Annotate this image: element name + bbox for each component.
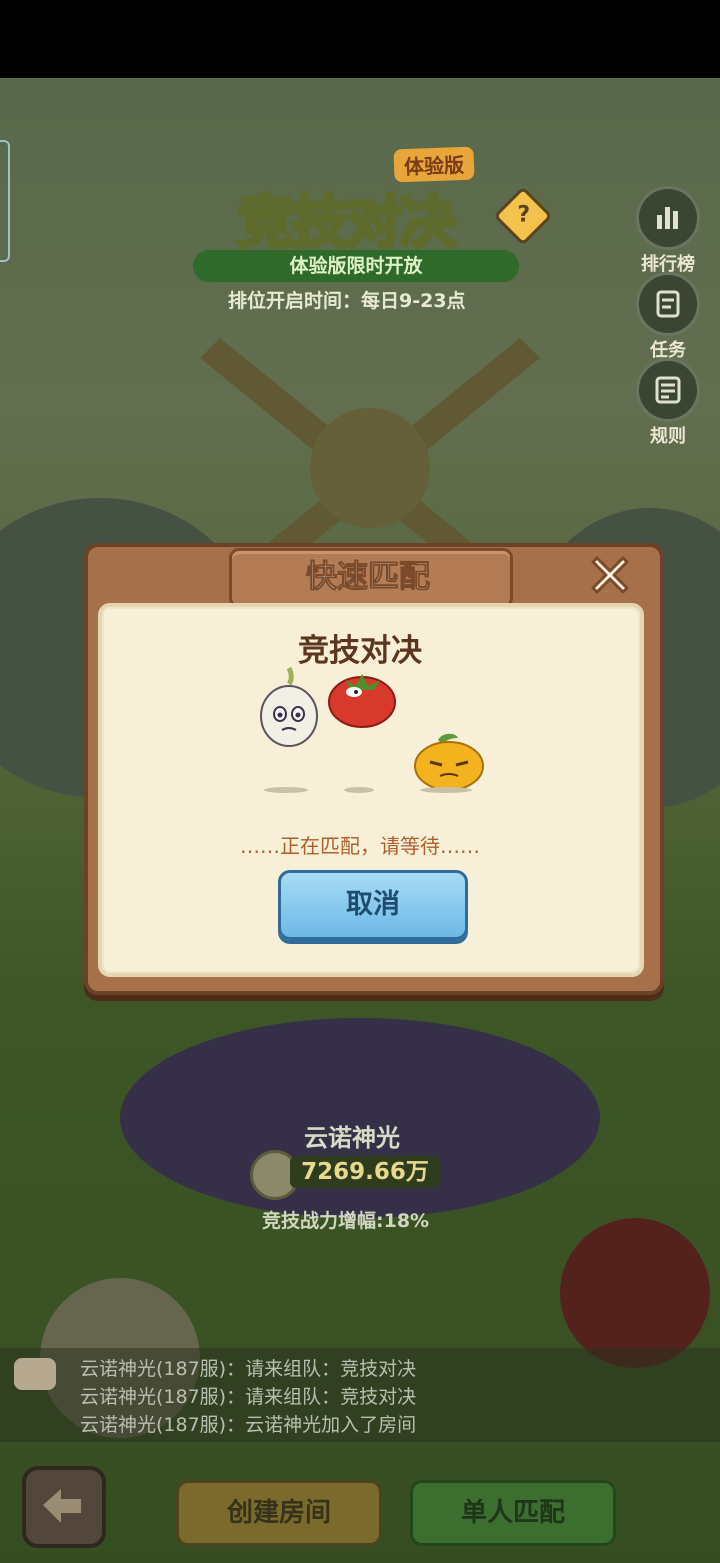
close-icon[interactable]: [583, 548, 637, 602]
side-drawer-tab[interactable]: [0, 140, 10, 262]
back-button[interactable]: [22, 1466, 106, 1548]
character-shadow: [264, 787, 308, 793]
rules-label: 规则: [650, 426, 686, 447]
rules-icon: [655, 376, 681, 404]
cancel-button[interactable]: 取消: [278, 870, 468, 940]
power-boost-text: 竞技战力增幅:18%: [262, 1210, 430, 1232]
character-shadow: [344, 787, 374, 793]
tomato-character-icon: [328, 674, 396, 728]
create-room-button[interactable]: 创建房间: [176, 1480, 382, 1546]
solo-match-button[interactable]: 单人匹配: [410, 1480, 616, 1546]
character-shadow: [420, 787, 472, 793]
leaderboard-button[interactable]: 排行榜: [636, 186, 700, 276]
task-icon: [656, 290, 680, 318]
matching-status-text: ……正在匹配，请等待……: [240, 834, 480, 858]
dialog-title: 快速匹配: [306, 559, 431, 596]
back-arrow-icon: [43, 1489, 81, 1523]
chat-message: 云诺神光(187服)：请来组队：竞技对决: [80, 1386, 417, 1408]
help-symbol: ?: [517, 202, 531, 228]
open-notice-bar: 体验版限时开放: [193, 250, 519, 282]
power-value: 7269.66万: [290, 1156, 440, 1188]
match-mode-title: 竞技对决: [298, 633, 422, 669]
chat-message: 云诺神光(187服)：请来组队：竞技对决: [80, 1358, 417, 1380]
leaderboard-icon: [657, 207, 678, 229]
garlic-character-icon: [260, 666, 318, 747]
mode-title: 竞技对决: [236, 189, 458, 258]
hero-name: 云诺神光: [304, 1124, 400, 1152]
status-bar: [0, 0, 720, 78]
chat-message: 云诺神光(187服)：云诺神光加入了房间: [80, 1414, 417, 1436]
rules-button[interactable]: 规则: [636, 358, 700, 448]
orange-character-icon: [414, 733, 484, 791]
chat-icon[interactable]: [14, 1358, 56, 1390]
open-time-text: 排位开启时间：每日9-23点: [228, 290, 466, 312]
task-button[interactable]: 任务: [636, 272, 700, 362]
